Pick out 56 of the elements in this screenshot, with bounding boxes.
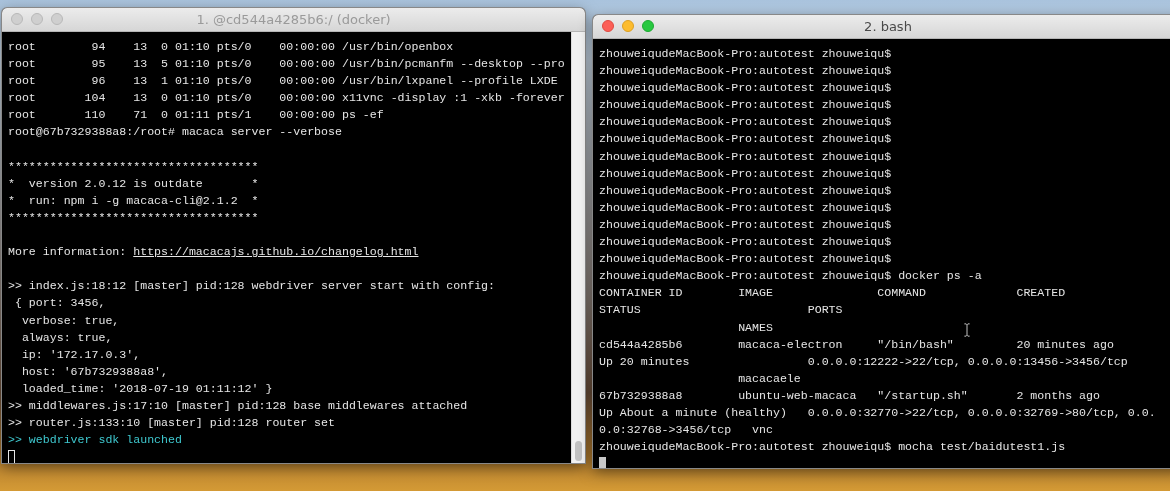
terminal-line: verbose: true, xyxy=(20,312,120,329)
terminal-line: Up About a minute (healthy) 0.0.0.0:32770->22/tcp, 0.0.0.0:32769->80/tcp, 0.0. xyxy=(599,404,1156,421)
terminal-line: zhouweiqudeMacBook-Pro:autotest zhouweiqu$ mocha test/baidutest1.js xyxy=(599,439,1066,456)
terminal-line: zhouweiqudeMacBook-Pro:autotest zhouweiqu$ xyxy=(599,97,892,114)
terminal-line: STATUS PORTS xyxy=(599,302,843,319)
minimize-button[interactable] xyxy=(622,20,634,32)
terminal-line: loaded_time: '2018-07-19 01:11:12' } xyxy=(20,380,273,397)
terminal-line: root 94 13 0 01:10 pts/0 00:00:00 /usr/bin/openbox xyxy=(8,39,454,55)
terminal-line: root 104 13 0 01:10 pts/0 00:00:00 x11vnc -display :1 -xkb -forever xyxy=(8,90,565,107)
terminal-line: >> webdriver sdk launched xyxy=(8,432,182,449)
terminal-line: >> router.js:133:10 [master] pid:128 router set xyxy=(8,415,335,432)
terminal-line: zhouweiqudeMacBook-Pro:autotest zhouweiqu$ xyxy=(599,63,892,80)
close-button[interactable] xyxy=(11,13,23,25)
minimize-button[interactable] xyxy=(31,13,43,25)
terminal-line: * run: npm i -g macaca-cli@2.1.2 * xyxy=(8,192,259,209)
terminal-line: zhouweiqudeMacBook-Pro:autotest zhouweiqu$ xyxy=(599,114,892,131)
terminal-line: cd544a4285b6 macaca-electron "/bin/bash" 20 minutes ago xyxy=(599,336,1114,353)
zoom-button[interactable] xyxy=(51,13,63,25)
i-beam-pointer-icon xyxy=(963,323,971,337)
terminal-line: zhouweiqudeMacBook-Pro:autotest zhouweiqu$ xyxy=(599,80,892,97)
terminal-line: 67b7329388a8 ubuntu-web-macaca "/startup.sh" 2 months ago xyxy=(599,387,1100,404)
terminal-line: zhouweiqudeMacBook-Pro:autotest zhouweiqu$ xyxy=(599,234,892,251)
terminal-line: root@67b7329388a8:/root# macaca server --verbose xyxy=(8,124,342,141)
terminal-line: zhouweiqudeMacBook-Pro:autotest zhouweiqu$ xyxy=(599,165,892,182)
zoom-button[interactable] xyxy=(642,20,654,32)
terminal-line: root 95 13 5 01:10 pts/0 00:00:00 /usr/bin/pcmanfm --desktop --pro xyxy=(8,56,565,73)
terminal-line: zhouweiqudeMacBook-Pro:autotest zhouweiqu$ xyxy=(599,46,892,62)
terminal-line: root 96 13 1 01:10 pts/0 00:00:00 /usr/bin/lxpanel --profile LXDE xyxy=(8,73,558,90)
terminal-line: NAMES xyxy=(737,319,773,336)
scrollbar-thumb[interactable] xyxy=(575,441,582,461)
terminal-line: CONTAINER ID IMAGE COMMAND CREATED xyxy=(599,285,1066,302)
terminal-line: zhouweiqudeMacBook-Pro:autotest zhouweiqu$ xyxy=(599,216,892,233)
terminal-line: >> index.js:18:12 [master] pid:128 webdriver server start with config: xyxy=(8,278,496,295)
terminal-line: zhouweiqudeMacBook-Pro:autotest zhouweiqu$ xyxy=(599,199,892,216)
terminal-line: host: '67b7329388a8', xyxy=(20,363,169,380)
terminal-line: ************************************ xyxy=(8,209,259,226)
terminal-line: Up 20 minutes 0.0.0.0:12222->22/tcp, 0.0.0.0:13456->3456/tcp xyxy=(599,353,1128,370)
terminal-line: 0.0:32768->3456/tcp vnc xyxy=(599,422,773,439)
terminal-line: zhouweiqudeMacBook-Pro:autotest zhouweiqu$ xyxy=(599,251,892,268)
terminal-line: root 110 71 0 01:11 pts/1 00:00:00 ps -ef xyxy=(8,107,384,124)
terminal-line: ip: '172.17.0.3', xyxy=(20,346,141,363)
terminal-line: { port: 3456, xyxy=(13,295,106,312)
terminal-line: * version 2.0.12 is outdate * xyxy=(8,175,259,192)
terminal-line: zhouweiqudeMacBook-Pro:autotest zhouweiqu$ xyxy=(599,131,892,148)
terminal-line: always: true, xyxy=(20,329,113,346)
close-button[interactable] xyxy=(602,20,614,32)
window-title: 1. @cd544a4285b6:/ (docker) xyxy=(196,12,391,27)
terminal-line: macacaele xyxy=(737,370,801,387)
terminal-line: ************************************ xyxy=(8,158,259,175)
changelog-link[interactable]: https://macacajs.github.io/changelog.html xyxy=(133,245,419,259)
terminal-line: More information: xyxy=(8,245,128,259)
terminal-line: >> middlewares.js:17:10 [master] pid:128 base middlewares attached xyxy=(8,397,468,414)
terminal-line: zhouweiqudeMacBook-Pro:autotest zhouweiqu$ xyxy=(599,182,892,199)
terminal-line: zhouweiqudeMacBook-Pro:autotest zhouweiqu$ xyxy=(599,148,892,165)
window-title: 2. bash xyxy=(864,19,912,34)
terminal-line: zhouweiqudeMacBook-Pro:autotest zhouweiqu$ docker ps -a xyxy=(599,268,982,285)
